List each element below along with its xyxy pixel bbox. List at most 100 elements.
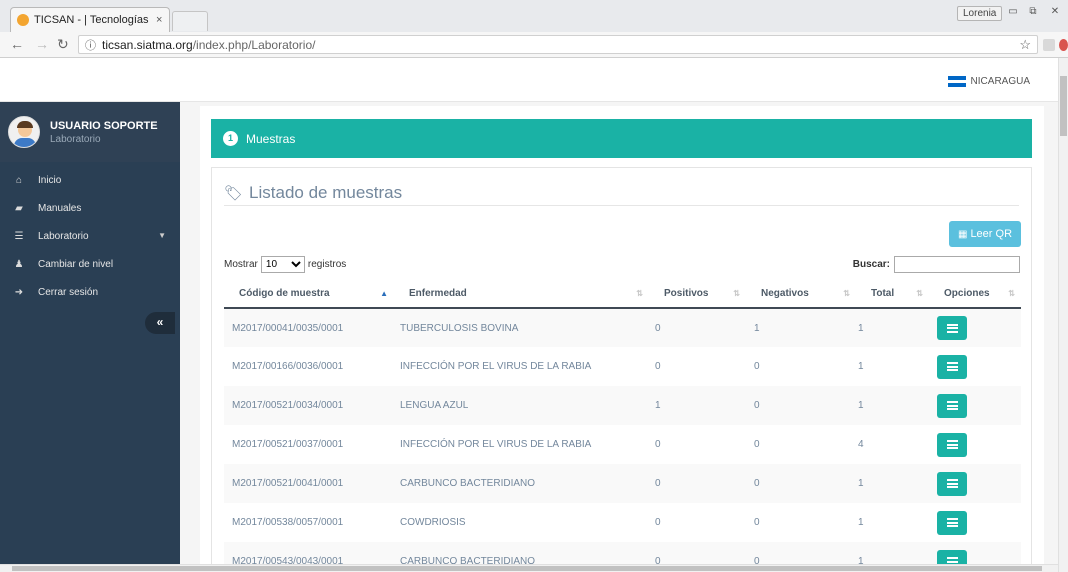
column-opciones[interactable]: Opciones ⇅ <box>929 280 1021 309</box>
column-label: Positivos <box>664 288 709 299</box>
scrollbar-thumb[interactable] <box>1060 76 1067 136</box>
sidebar-item-cerrar-sesion[interactable]: ➜ Cerrar sesión <box>0 278 180 306</box>
sidebar-item-label: Manuales <box>38 202 82 214</box>
column-codigo[interactable]: Código de muestra ▲ <box>224 280 394 309</box>
column-enfermedad[interactable]: Enfermedad ⇅ <box>394 280 649 309</box>
card-title: 🏷 Listado de muestras <box>224 183 402 203</box>
cell-enfermedad: TUBERCULOSIS BOVINA <box>394 308 649 347</box>
horizontal-scrollbar[interactable] <box>0 564 1058 572</box>
info-icon[interactable]: ⓘ <box>85 37 96 53</box>
read-qr-label: Leer QR <box>970 228 1013 240</box>
cell-opciones <box>929 347 1021 386</box>
sidebar-item-inicio[interactable]: ⌂ Inicio <box>0 166 180 194</box>
card-title-text: Listado de muestras <box>249 183 403 202</box>
scrollbar-thumb[interactable] <box>12 566 1042 571</box>
url-path: /index.php/Laboratorio/ <box>192 37 316 52</box>
view-details-button[interactable] <box>937 316 967 340</box>
adblock-extension-icon[interactable] <box>1059 39 1068 51</box>
column-label: Opciones <box>944 288 990 299</box>
sort-icon: ⇅ <box>1008 289 1015 298</box>
column-positivos[interactable]: Positivos ⇅ <box>649 280 746 309</box>
column-total[interactable]: Total ⇅ <box>856 280 929 309</box>
browser-tab-bar: TICSAN - | Tecnologías d × Lorenia ▭ ⧉ ✕ <box>0 0 1068 32</box>
table-row: M2017/00538/0057/0001 COWDRIOSIS 0 0 1 <box>224 503 1021 542</box>
search-label: Buscar: <box>852 259 890 270</box>
page-header: NICARAGUA <box>0 58 1058 102</box>
cell-codigo: M2017/00538/0057/0001 <box>224 503 394 542</box>
sort-icon: ⇅ <box>916 289 923 298</box>
minimize-icon[interactable]: ▭ <box>1004 5 1022 20</box>
page-length-select[interactable]: 10 <box>260 256 305 273</box>
sidebar-item-manuales[interactable]: ▰ Manuales <box>0 194 180 222</box>
cell-negativos: 0 <box>746 386 856 425</box>
sort-asc-icon: ▲ <box>380 289 388 298</box>
close-window-icon[interactable]: ✕ <box>1046 5 1064 20</box>
qrcode-icon: ▦ <box>957 228 968 240</box>
column-negativos[interactable]: Negativos ⇅ <box>746 280 856 309</box>
profile-chip[interactable]: Lorenia <box>957 6 1003 21</box>
view-details-button[interactable] <box>937 393 967 418</box>
book-icon: ▰ <box>15 202 23 214</box>
tab-close-icon[interactable]: × <box>156 14 162 26</box>
list-icon <box>946 479 958 488</box>
samples-card: 🏷 Listado de muestras ▦ Leer QR Mostrar … <box>211 167 1032 572</box>
cell-negativos: 0 <box>746 425 856 464</box>
cell-enfermedad: LENGUA AZUL <box>394 386 649 425</box>
step-label[interactable]: Muestras <box>246 132 295 146</box>
table-row: M2017/00041/0035/0001 TUBERCULOSIS BOVIN… <box>224 308 1021 347</box>
length-suffix: registros <box>307 259 347 270</box>
address-bar-row: ← → ↻ ⓘ ticsan.siatma.org /index.php/Lab… <box>0 32 1068 58</box>
search-input[interactable] <box>894 256 1020 273</box>
table-row: M2017/00521/0037/0001 INFECCIÓN POR EL V… <box>224 425 1021 464</box>
cell-total: 1 <box>856 347 929 386</box>
list-icon <box>946 518 958 527</box>
sidebar: USUARIO SOPORTE Laboratorio ⌂ Inicio ▰ M… <box>0 102 180 572</box>
cell-codigo: M2017/00166/0036/0001 <box>224 347 394 386</box>
table-row: M2017/00166/0036/0001 INFECCIÓN POR EL V… <box>224 347 1021 386</box>
cell-codigo: M2017/00041/0035/0001 <box>224 308 394 347</box>
country-selector[interactable]: NICARAGUA <box>947 76 1030 88</box>
sort-icon: ⇅ <box>636 289 643 298</box>
view-details-button[interactable] <box>937 471 967 496</box>
forward-icon[interactable]: → <box>35 36 49 52</box>
pdf-extension-icon[interactable] <box>1043 39 1055 51</box>
page-length-control: Mostrar 10 registros <box>224 256 346 273</box>
cell-negativos: 0 <box>746 347 856 386</box>
caret-down-icon: ▼ <box>158 231 166 240</box>
country-label: NICARAGUA <box>970 76 1030 87</box>
cell-positivos: 0 <box>649 308 746 347</box>
divider <box>224 205 1019 206</box>
tags-icon: 🏷 <box>224 185 244 202</box>
new-tab-button[interactable] <box>172 11 208 31</box>
back-icon[interactable]: ← <box>10 36 24 52</box>
list-icon <box>946 401 958 410</box>
list-icon <box>946 362 958 371</box>
browser-tab[interactable]: TICSAN - | Tecnologías d × <box>10 7 170 32</box>
read-qr-button[interactable]: ▦ Leer QR <box>949 221 1021 247</box>
cell-total: 1 <box>856 464 929 503</box>
cell-opciones <box>929 386 1021 425</box>
nicaragua-flag-icon <box>947 76 966 88</box>
cell-total: 4 <box>856 425 929 464</box>
user-name: USUARIO SOPORTE <box>50 119 158 132</box>
restore-icon[interactable]: ⧉ <box>1024 5 1042 20</box>
users-icon: ♟ <box>14 258 24 270</box>
wizard-step-bar: 1 Muestras <box>211 119 1032 158</box>
view-details-button[interactable] <box>937 510 967 535</box>
search-control: Buscar: <box>853 256 1020 273</box>
cell-total: 1 <box>856 308 929 347</box>
sidebar-item-laboratorio[interactable]: ☰ Laboratorio ▼ <box>0 222 180 250</box>
reload-icon[interactable]: ↻ <box>57 36 69 53</box>
vertical-scrollbar[interactable] <box>1058 58 1068 572</box>
view-details-button[interactable] <box>937 354 967 379</box>
user-profile: USUARIO SOPORTE Laboratorio <box>0 102 180 162</box>
home-icon: ⌂ <box>15 174 23 186</box>
sidebar-item-cambiar-nivel[interactable]: ♟ Cambiar de nivel <box>0 250 180 278</box>
url-host: ticsan.siatma.org <box>102 37 193 52</box>
collapse-sidebar-button[interactable]: « <box>145 312 175 334</box>
url-input[interactable]: ⓘ ticsan.siatma.org /index.php/Laborator… <box>78 35 1038 54</box>
bookmark-star-icon[interactable]: ☆ <box>1019 37 1031 53</box>
sidebar-item-label: Inicio <box>38 174 62 186</box>
sidebar-item-label: Laboratorio <box>38 230 89 242</box>
view-details-button[interactable] <box>937 432 967 457</box>
